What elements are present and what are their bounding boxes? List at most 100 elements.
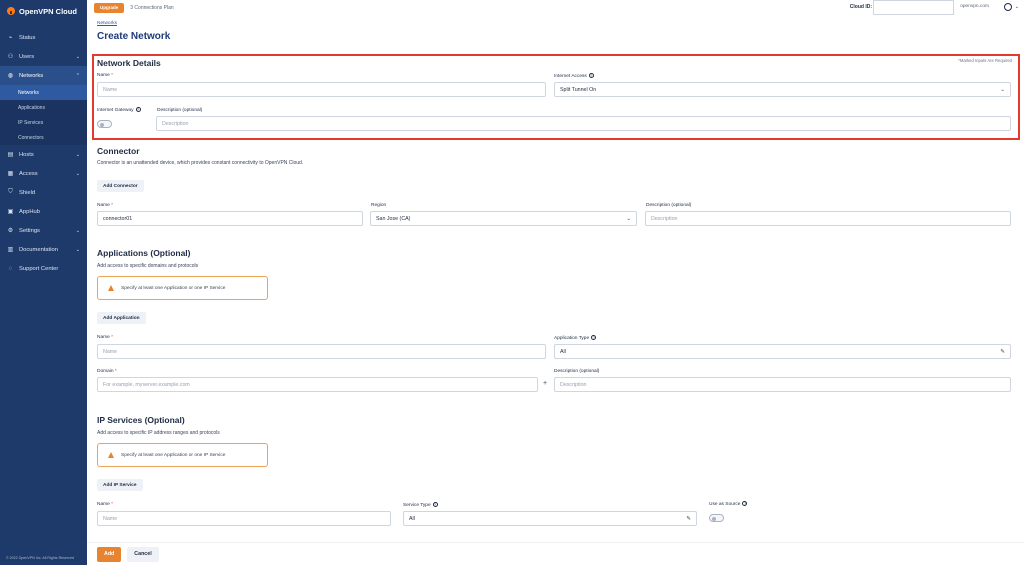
chevron-down-icon: ⌄ xyxy=(626,215,631,222)
plan-label: 3 Connections Plan xyxy=(130,4,174,11)
use-as-source-toggle[interactable] xyxy=(709,514,724,522)
sidebar-item-shield[interactable]: ⛉ Shield xyxy=(0,183,87,202)
region-select[interactable]: San Jose (CA) ⌄ xyxy=(370,211,637,226)
use-as-source-label: Use as Source? xyxy=(709,501,748,507)
help-icon: ? xyxy=(588,73,594,78)
brand[interactable]: OpenVPN Cloud xyxy=(0,0,87,22)
upgrade-button[interactable]: Upgrade xyxy=(94,2,125,13)
submenu-item-networks[interactable]: Networks xyxy=(0,85,87,100)
warning-icon xyxy=(108,452,114,458)
app-name: OpenVPN Cloud xyxy=(19,6,77,16)
network-name-input[interactable]: Name xyxy=(97,82,546,97)
warning-icon xyxy=(108,285,114,291)
cloud-id-label: Cloud ID: xyxy=(849,4,872,10)
add-application-button[interactable]: Add Application xyxy=(97,312,146,324)
users-icon: ⚇ xyxy=(7,54,14,60)
internet-gateway-label: Internet Gateway? xyxy=(97,107,141,113)
internet-gateway-toggle[interactable] xyxy=(97,120,112,128)
network-description-input[interactable]: Description xyxy=(156,116,1011,131)
service-type-input[interactable]: All ✎ xyxy=(403,511,697,526)
breadcrumb[interactable]: Networks xyxy=(97,21,117,26)
application-description-label: Description (optional) xyxy=(554,369,600,374)
help-icon: ? xyxy=(742,501,748,506)
main-content: Networks Create Network Network Details … xyxy=(87,15,1024,565)
submenu-item-connectors[interactable]: Connectors xyxy=(0,130,87,145)
sidebar-item-networks[interactable]: ◍ Networks ⌃ xyxy=(0,66,87,85)
add-ip-service-button[interactable]: Add IP Service xyxy=(97,479,143,491)
help-icon: ? xyxy=(135,107,141,112)
application-type-label: Application Type? xyxy=(554,335,597,341)
chevron-down-icon: ⌄ xyxy=(75,151,80,158)
connector-desc: Connector is an unattended device, which… xyxy=(97,160,304,166)
shield-icon: ⛉ xyxy=(8,189,13,195)
apps-icon: ▣ xyxy=(7,209,14,215)
sidebar-nav: ⌁ Status ⚇ Users ⌄ ◍ Networks ⌃ Networks Appl… xyxy=(0,28,87,278)
pencil-icon: ✎ xyxy=(686,515,691,522)
ip-services-warning: Specify at least one Application or one … xyxy=(97,443,268,467)
connector-name-input[interactable]: connector01 xyxy=(97,211,363,226)
connector-name-label: Name * xyxy=(97,203,114,208)
networks-submenu: Networks Applications IP Services Connec… xyxy=(0,85,87,145)
add-connector-button[interactable]: Add Connector xyxy=(97,180,144,192)
applications-warning: Specify at least one Application or one … xyxy=(97,276,268,300)
help-icon: ? xyxy=(591,335,597,340)
applications-desc: Add access to specific domains and proto… xyxy=(97,263,199,269)
add-button[interactable]: Add xyxy=(97,546,122,562)
sidebar-item-settings[interactable]: ⚙ Settings ⌄ xyxy=(0,221,87,240)
required-note: *Marked Inputs Are Required xyxy=(958,58,1012,63)
user-icon[interactable] xyxy=(1004,3,1012,11)
submenu-item-ip-services[interactable]: IP Services xyxy=(0,115,87,130)
sidebar: OpenVPN Cloud ⌁ Status ⚇ Users ⌄ ◍ Networks ⌃… xyxy=(0,0,87,565)
cloud-id-input[interactable] xyxy=(873,0,954,15)
chevron-down-icon: ⌄ xyxy=(75,170,80,177)
book-icon: ▥ xyxy=(7,247,14,253)
chart-icon: ⌁ xyxy=(8,35,13,41)
applications-title: Applications (Optional) xyxy=(97,248,191,258)
ip-services-title: IP Services (Optional) xyxy=(97,415,185,425)
chevron-down-icon: ⌄ xyxy=(1000,86,1005,93)
chat-icon: ◌ xyxy=(8,265,13,272)
region-label: Region xyxy=(371,203,387,208)
chevron-up-icon: ⌃ xyxy=(75,72,80,79)
gear-icon: ⚙ xyxy=(7,228,14,234)
server-icon: ▤ xyxy=(7,152,14,158)
connector-description-label: Description (optional) xyxy=(646,203,692,208)
description-label: Description (optional) xyxy=(157,108,203,113)
internet-access-label: Internet Access? xyxy=(554,73,594,79)
chevron-down-icon: ⌄ xyxy=(75,246,80,253)
application-type-input[interactable]: All ✎ xyxy=(554,344,1011,359)
sidebar-item-documentation[interactable]: ▥ Documentation ⌄ xyxy=(0,240,87,259)
chevron-down-icon: ⌄ xyxy=(75,53,80,60)
domain-label: openvpn.com xyxy=(960,4,989,9)
connector-description-input[interactable]: Description xyxy=(645,211,1011,226)
sidebar-item-hosts[interactable]: ▤ Hosts ⌄ xyxy=(0,145,87,164)
connector-title: Connector xyxy=(97,146,140,156)
sidebar-item-support-center[interactable]: ◌ Support Center xyxy=(0,259,87,278)
sidebar-item-users[interactable]: ⚇ Users ⌄ xyxy=(0,47,87,66)
application-name-input[interactable]: Name xyxy=(97,344,546,359)
chevron-down-icon[interactable]: ⌄ xyxy=(1015,4,1019,10)
application-description-input[interactable]: Description xyxy=(554,377,1011,392)
ip-services-desc: Add access to specific IP address ranges… xyxy=(97,430,220,436)
help-icon: ? xyxy=(432,502,438,507)
sidebar-item-access[interactable]: ▦ Access ⌄ xyxy=(0,164,87,183)
chevron-down-icon: ⌄ xyxy=(75,227,80,234)
domain-label: Domain * xyxy=(97,369,117,374)
ip-service-name-input[interactable]: Name xyxy=(97,511,391,526)
sidebar-item-apphub[interactable]: ▣ AppHub xyxy=(0,202,87,221)
globe-icon: ◍ xyxy=(7,73,14,79)
footer-actions: Add Cancel xyxy=(87,542,1024,565)
plus-icon[interactable]: + xyxy=(543,380,547,387)
network-details-title: Network Details xyxy=(97,58,161,68)
application-name-label: Name * xyxy=(97,335,114,340)
internet-access-select[interactable]: Split Tunnel On ⌄ xyxy=(554,82,1011,97)
cancel-button[interactable]: Cancel xyxy=(127,546,159,562)
pencil-icon: ✎ xyxy=(1000,348,1005,355)
domain-input[interactable]: For example, myserver.example.com xyxy=(97,377,538,392)
topbar: Upgrade 3 Connections Plan Cloud ID: ope… xyxy=(87,0,1024,15)
page-title: Create Network xyxy=(97,31,171,42)
submenu-item-applications[interactable]: Applications xyxy=(0,100,87,115)
sidebar-item-status[interactable]: ⌁ Status xyxy=(0,28,87,47)
ip-service-name-label: Name * xyxy=(97,502,114,507)
name-label: Name * xyxy=(97,73,114,78)
